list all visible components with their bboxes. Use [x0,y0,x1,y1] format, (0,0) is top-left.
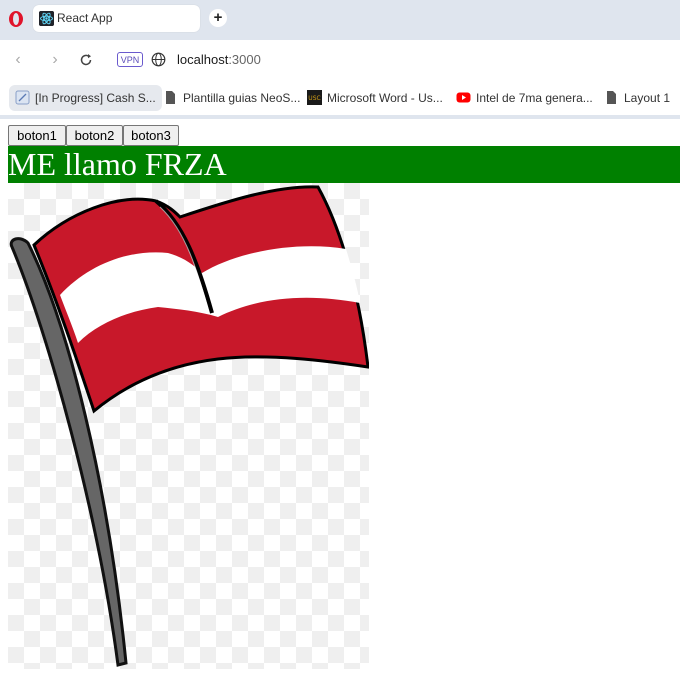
usc-icon: USC [307,90,322,105]
tab-title: React App [57,11,113,25]
bookmarks-bar: [In Progress] Cash S... Plantilla guias … [0,81,680,116]
vpn-badge[interactable]: VPN [117,52,143,67]
file-icon [166,91,175,104]
svg-text:USC: USC [308,95,320,102]
bookmark-item[interactable]: [In Progress] Cash S... [9,85,162,111]
react-icon [39,11,54,26]
new-tab-button[interactable]: + [209,9,227,27]
page-heading: ME llamo FRZA [8,146,680,183]
browser-toolbar: ‹ › VPN localhost:3000 [0,40,680,81]
flag-illustration [9,185,370,667]
youtube-icon [456,92,471,103]
viewport-edge [0,115,680,119]
opera-logo-icon[interactable] [8,10,24,28]
boton3-button[interactable]: boton3 [123,125,179,146]
document-icon [15,90,30,105]
bookmark-item[interactable]: Intel de 7ma genera... [456,85,593,111]
boton2-button[interactable]: boton2 [66,125,123,146]
bookmark-item[interactable]: Plantilla guias NeoS... [163,85,300,111]
url-port: :3000 [228,52,261,67]
reload-button[interactable] [76,50,96,70]
chevron-right-icon: › [52,51,58,68]
back-button[interactable]: ‹ [8,50,28,70]
file-icon [607,91,616,104]
chevron-left-icon: ‹ [15,51,21,68]
bookmark-item[interactable]: Layout 1 [604,85,670,111]
page-content: boton1 boton2 boton3 ME llamo FRZA [8,125,680,669]
bookmark-label: Intel de 7ma genera... [476,91,593,105]
url-host: localhost [177,52,229,67]
bookmark-label: [In Progress] Cash S... [35,91,156,105]
bookmark-label: Microsoft Word - Us... [327,91,443,105]
globe-icon[interactable] [151,52,166,67]
flag-image [8,183,370,669]
tab-react-app[interactable]: React App [33,5,200,32]
address-bar[interactable]: localhost:3000 [177,52,261,67]
bookmark-label: Plantilla guias NeoS... [183,91,301,105]
forward-button[interactable]: › [45,50,65,70]
bookmark-item[interactable]: USC Microsoft Word - Us... [307,85,443,111]
plus-icon: + [213,9,223,26]
tab-strip: React App + [0,0,680,40]
reload-icon [80,54,92,66]
boton1-button[interactable]: boton1 [8,125,66,146]
button-row: boton1 boton2 boton3 [8,125,680,146]
bookmark-label: Layout 1 [624,91,671,105]
